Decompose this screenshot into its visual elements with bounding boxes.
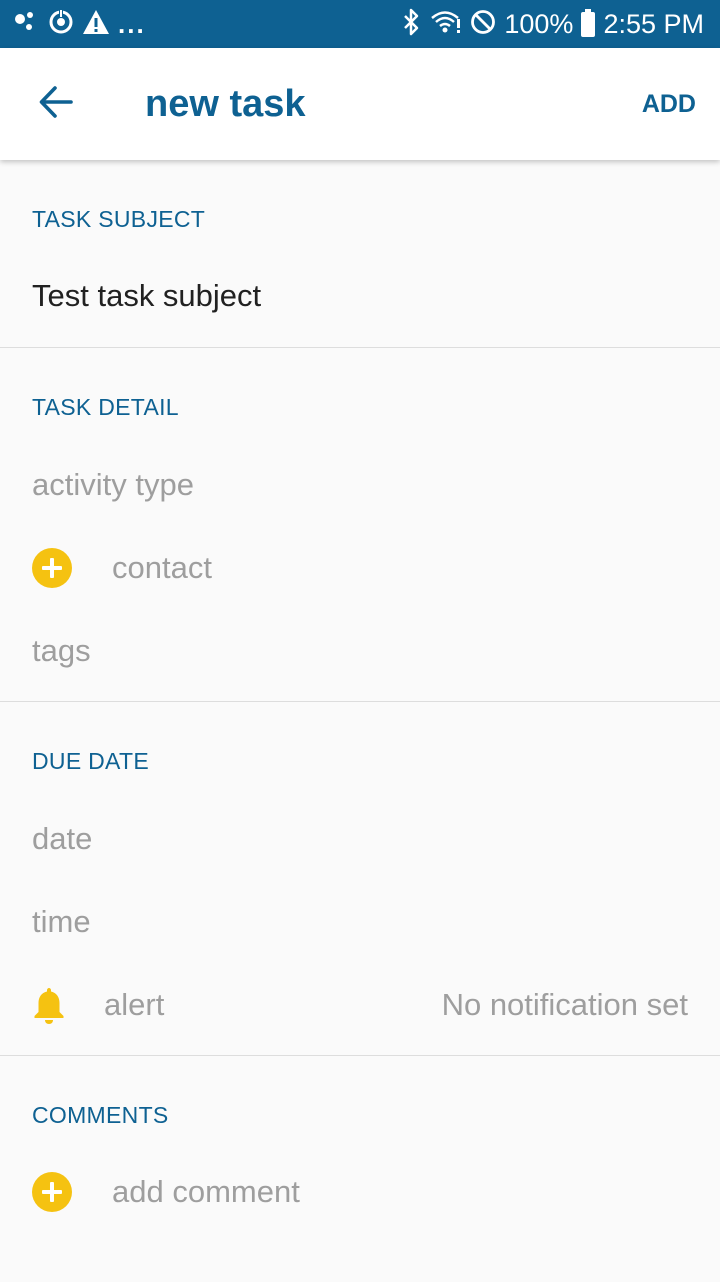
- alert-value: No notification set: [441, 987, 688, 1022]
- bluetooth-icon: [402, 8, 422, 41]
- plus-circle-icon[interactable]: [32, 1172, 72, 1212]
- add-comment-field[interactable]: add comment: [0, 1162, 720, 1222]
- more-notifications-indicator: ...: [118, 9, 146, 39]
- section-header-due-date: DUE DATE: [32, 748, 149, 774]
- sync-icon: [48, 8, 74, 40]
- tags-field[interactable]: tags: [0, 621, 720, 681]
- plus-circle-icon[interactable]: [32, 548, 72, 588]
- activity-type-placeholder: activity type: [32, 467, 194, 502]
- clock-time: 2:55 PM: [603, 9, 704, 39]
- battery-percent: 100%: [504, 9, 574, 39]
- tags-placeholder: tags: [32, 633, 91, 668]
- add-comment-placeholder: add comment: [112, 1174, 300, 1209]
- section-header-comments: COMMENTS: [32, 1102, 169, 1128]
- bell-icon: [32, 985, 66, 1025]
- section-header-task-detail: TASK DETAIL: [32, 394, 179, 420]
- battery-icon: [581, 8, 596, 37]
- wifi-icon: [430, 9, 462, 40]
- time-field[interactable]: time: [0, 892, 720, 952]
- subject-field[interactable]: Test task subject: [0, 266, 720, 326]
- date-placeholder: date: [32, 821, 93, 856]
- time-placeholder: time: [32, 904, 91, 939]
- section-task-detail: TASK DETAIL activity type contact tags: [0, 348, 720, 702]
- section-task-subject: TASK SUBJECT Test task subject: [0, 160, 720, 348]
- date-field[interactable]: date: [0, 809, 720, 869]
- notification-dots-icon: [14, 10, 40, 39]
- subject-value: Test task subject: [32, 278, 262, 313]
- warning-icon: [82, 9, 110, 40]
- arrow-left-icon: [38, 84, 74, 125]
- back-button[interactable]: [24, 76, 88, 132]
- do-not-disturb-icon: [470, 9, 496, 40]
- contact-field[interactable]: contact: [0, 538, 720, 598]
- status-bar-left: ...: [14, 0, 146, 48]
- section-due-date: DUE DATE date time alert No notification…: [0, 702, 720, 1056]
- add-button[interactable]: ADD: [642, 48, 696, 160]
- page-title: new task: [145, 83, 306, 125]
- status-bar-right: 100% 2:55 PM: [402, 0, 704, 48]
- task-form: TASK SUBJECT Test task subject TASK DETA…: [0, 160, 720, 1282]
- section-comments: COMMENTS add comment: [0, 1056, 720, 1282]
- contact-placeholder: contact: [112, 550, 212, 585]
- section-header-task-subject: TASK SUBJECT: [32, 206, 206, 232]
- app-bar: new task ADD: [0, 48, 720, 160]
- alert-label: alert: [104, 987, 165, 1022]
- alert-field[interactable]: alert No notification set: [0, 975, 720, 1035]
- activity-type-field[interactable]: activity type: [0, 455, 720, 515]
- status-bar: ... 100% 2:55 PM: [0, 0, 720, 48]
